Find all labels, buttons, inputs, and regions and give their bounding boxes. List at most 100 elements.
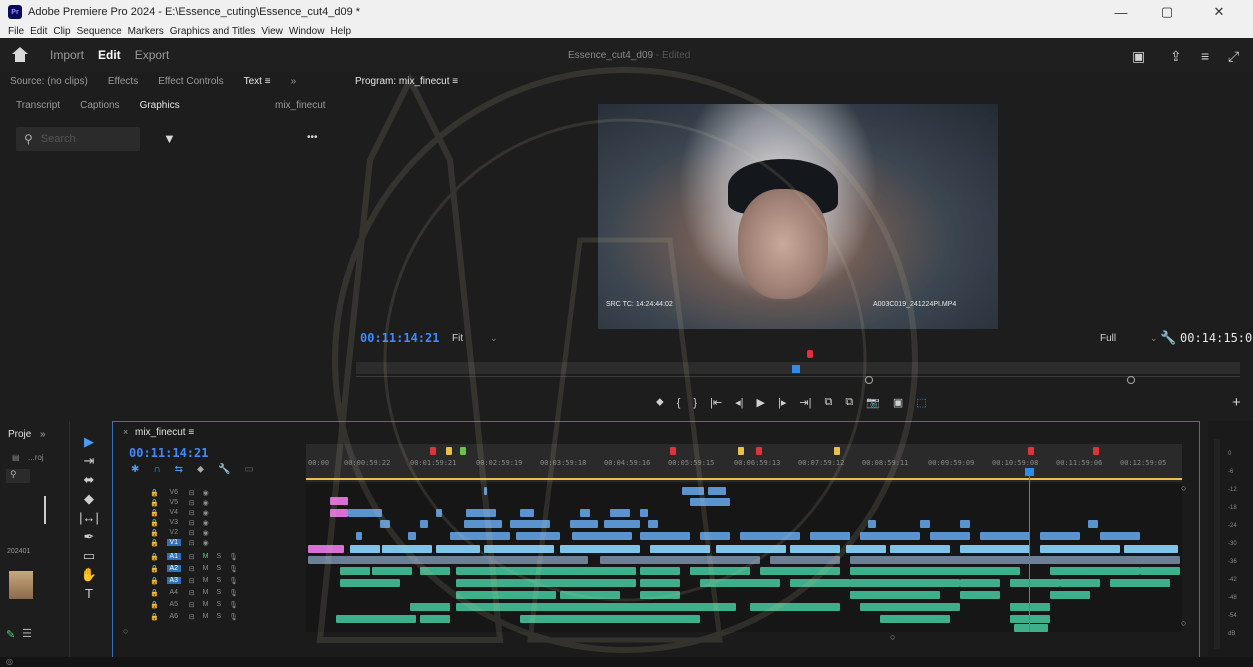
timeline-clip[interactable] [846, 545, 886, 553]
timeline-clip[interactable] [850, 579, 960, 587]
play-icon[interactable]: ▶ [757, 396, 765, 409]
timeline-clip[interactable] [960, 520, 970, 528]
timeline-clip[interactable] [868, 520, 876, 528]
zoom-handle-right[interactable] [1127, 376, 1135, 384]
timeline-clip[interactable] [700, 579, 780, 587]
mark-in-icon[interactable]: { [677, 397, 681, 409]
step-back-icon[interactable]: ◂| [735, 396, 743, 409]
timeline-clip[interactable] [560, 591, 620, 599]
track-header-v3[interactable]: 🔒 V3 ⊟ ◉ [150, 518, 209, 527]
timeline-clip[interactable] [640, 532, 690, 540]
timeline-clip[interactable] [708, 487, 726, 495]
mic-icon[interactable]: 🎙 [229, 565, 238, 573]
timeline-clip[interactable] [600, 556, 760, 564]
program-current-timecode[interactable]: 00:11:14:21 [360, 331, 439, 345]
lock-icon[interactable]: 🔒 [150, 529, 159, 537]
status-icon[interactable]: ◎ [6, 657, 13, 666]
timeline-clip[interactable] [520, 509, 534, 517]
timeline-marker[interactable] [460, 447, 466, 455]
track-select-tool-icon[interactable]: ⇥ [74, 453, 104, 472]
mute-button[interactable]: M [203, 613, 209, 620]
tab-edit[interactable]: Edit [98, 48, 121, 62]
panel-overflow-icon[interactable]: » [40, 429, 46, 440]
resolution-dropdown[interactable]: Full [1100, 333, 1116, 344]
mic-icon[interactable]: 🎙 [229, 613, 238, 621]
timeline-clip[interactable] [810, 532, 850, 540]
step-forward-icon[interactable]: |▸ [778, 396, 786, 409]
timeline-marker[interactable] [756, 447, 762, 455]
timeline-clip[interactable] [960, 545, 1030, 553]
add-marker-icon[interactable]: ⬥ [656, 396, 664, 409]
add-marker-icon[interactable]: ⬥ [197, 464, 204, 475]
timeline-clip[interactable] [1124, 545, 1178, 553]
track-header-a5[interactable]: 🔒 A5 ⊟ M S 🎙 [150, 600, 238, 609]
mic-icon[interactable]: 🎙 [229, 553, 238, 561]
close-icon[interactable]: × [123, 427, 128, 437]
chevron-down-icon[interactable]: ⌄ [1150, 333, 1158, 344]
lock-icon[interactable]: 🔒 [150, 601, 159, 609]
lock-icon[interactable]: 🔒 [150, 509, 159, 517]
comparison-view-icon[interactable]: ▣ [893, 396, 903, 409]
timeline-clip[interactable] [640, 579, 680, 587]
timeline-playhead[interactable] [1029, 470, 1030, 632]
tab-effect-controls[interactable]: Effect Controls [158, 76, 223, 87]
timeline-clip[interactable] [340, 579, 400, 587]
close-button[interactable]: ✕ [1196, 0, 1242, 24]
menu-help[interactable]: Help [330, 26, 351, 37]
timeline-clip[interactable] [790, 579, 850, 587]
sync-icon[interactable]: ⊟ [189, 499, 195, 507]
sync-icon[interactable]: ⊟ [189, 519, 195, 527]
mic-icon[interactable]: 🎙 [229, 601, 238, 609]
timeline-clip[interactable] [336, 615, 416, 623]
track-header-a2[interactable]: 🔒 A2 ⊟ M S 🎙 [150, 564, 238, 573]
timeline-clip[interactable] [410, 603, 450, 611]
mute-button[interactable]: M [203, 577, 209, 584]
project-search-input[interactable]: ⚲ [6, 469, 30, 483]
timeline-clip[interactable] [920, 520, 930, 528]
solo-button[interactable]: S [216, 601, 221, 608]
timeline-clip[interactable] [700, 532, 730, 540]
timeline-clip[interactable] [464, 520, 502, 528]
timeline-clip[interactable] [690, 567, 750, 575]
timeline-clip[interactable] [408, 532, 416, 540]
timeline-marker[interactable] [1093, 447, 1099, 455]
timeline-settings-icon[interactable]: 🔧 [218, 464, 230, 475]
timeline-clip[interactable] [484, 487, 487, 495]
track-header-a6[interactable]: 🔒 A6 ⊟ M S 🎙 [150, 612, 238, 621]
zoom-handle-left[interactable] [865, 376, 873, 384]
tab-project[interactable]: Proje [8, 429, 31, 440]
timeline-clip[interactable] [640, 509, 648, 517]
sync-icon[interactable]: ⊟ [189, 613, 195, 621]
program-playhead-marker[interactable] [807, 350, 813, 358]
timeline-clip[interactable] [1010, 579, 1060, 587]
track-header-v1[interactable]: 🔒 V1 ⊟ ◉ [150, 538, 209, 547]
razor-tool-icon[interactable]: ◆ [74, 491, 104, 510]
timeline-clip[interactable] [640, 591, 680, 599]
timeline-clip[interactable] [1014, 624, 1048, 632]
timeline-clip[interactable] [880, 615, 950, 623]
chevron-down-icon[interactable]: ⌄ [490, 333, 498, 344]
sync-icon[interactable]: ⊟ [189, 509, 195, 517]
track-header-a3[interactable]: 🔒 A3 ⊟ M S 🎙 [150, 576, 238, 585]
type-tool-icon[interactable]: T [74, 586, 104, 605]
timeline-clip[interactable] [356, 532, 362, 540]
graphics-search-input[interactable]: ⚲ Search [16, 127, 140, 151]
timeline-clip[interactable] [1140, 567, 1180, 575]
project-slider[interactable] [44, 496, 46, 524]
timeline-clip[interactable] [382, 545, 432, 553]
lock-icon[interactable]: 🔒 [150, 553, 159, 561]
go-to-out-icon[interactable]: ⇥| [799, 396, 811, 409]
share-icon[interactable]: ⇪ [1170, 48, 1182, 65]
timeline-clip[interactable] [330, 497, 348, 505]
timeline-clip[interactable] [610, 509, 630, 517]
timeline-clip[interactable] [716, 545, 786, 553]
timeline-clip[interactable] [682, 487, 704, 495]
sync-icon[interactable]: ⊟ [189, 601, 195, 609]
timeline-clip[interactable] [436, 545, 480, 553]
solo-button[interactable]: S [216, 589, 221, 596]
timeline-clip[interactable] [850, 556, 1180, 564]
hand-tool-icon[interactable]: ✋ [74, 567, 104, 586]
minimize-button[interactable]: — [1098, 0, 1144, 24]
timeline-marker[interactable] [1028, 447, 1034, 455]
timeline-clip[interactable] [420, 615, 450, 623]
